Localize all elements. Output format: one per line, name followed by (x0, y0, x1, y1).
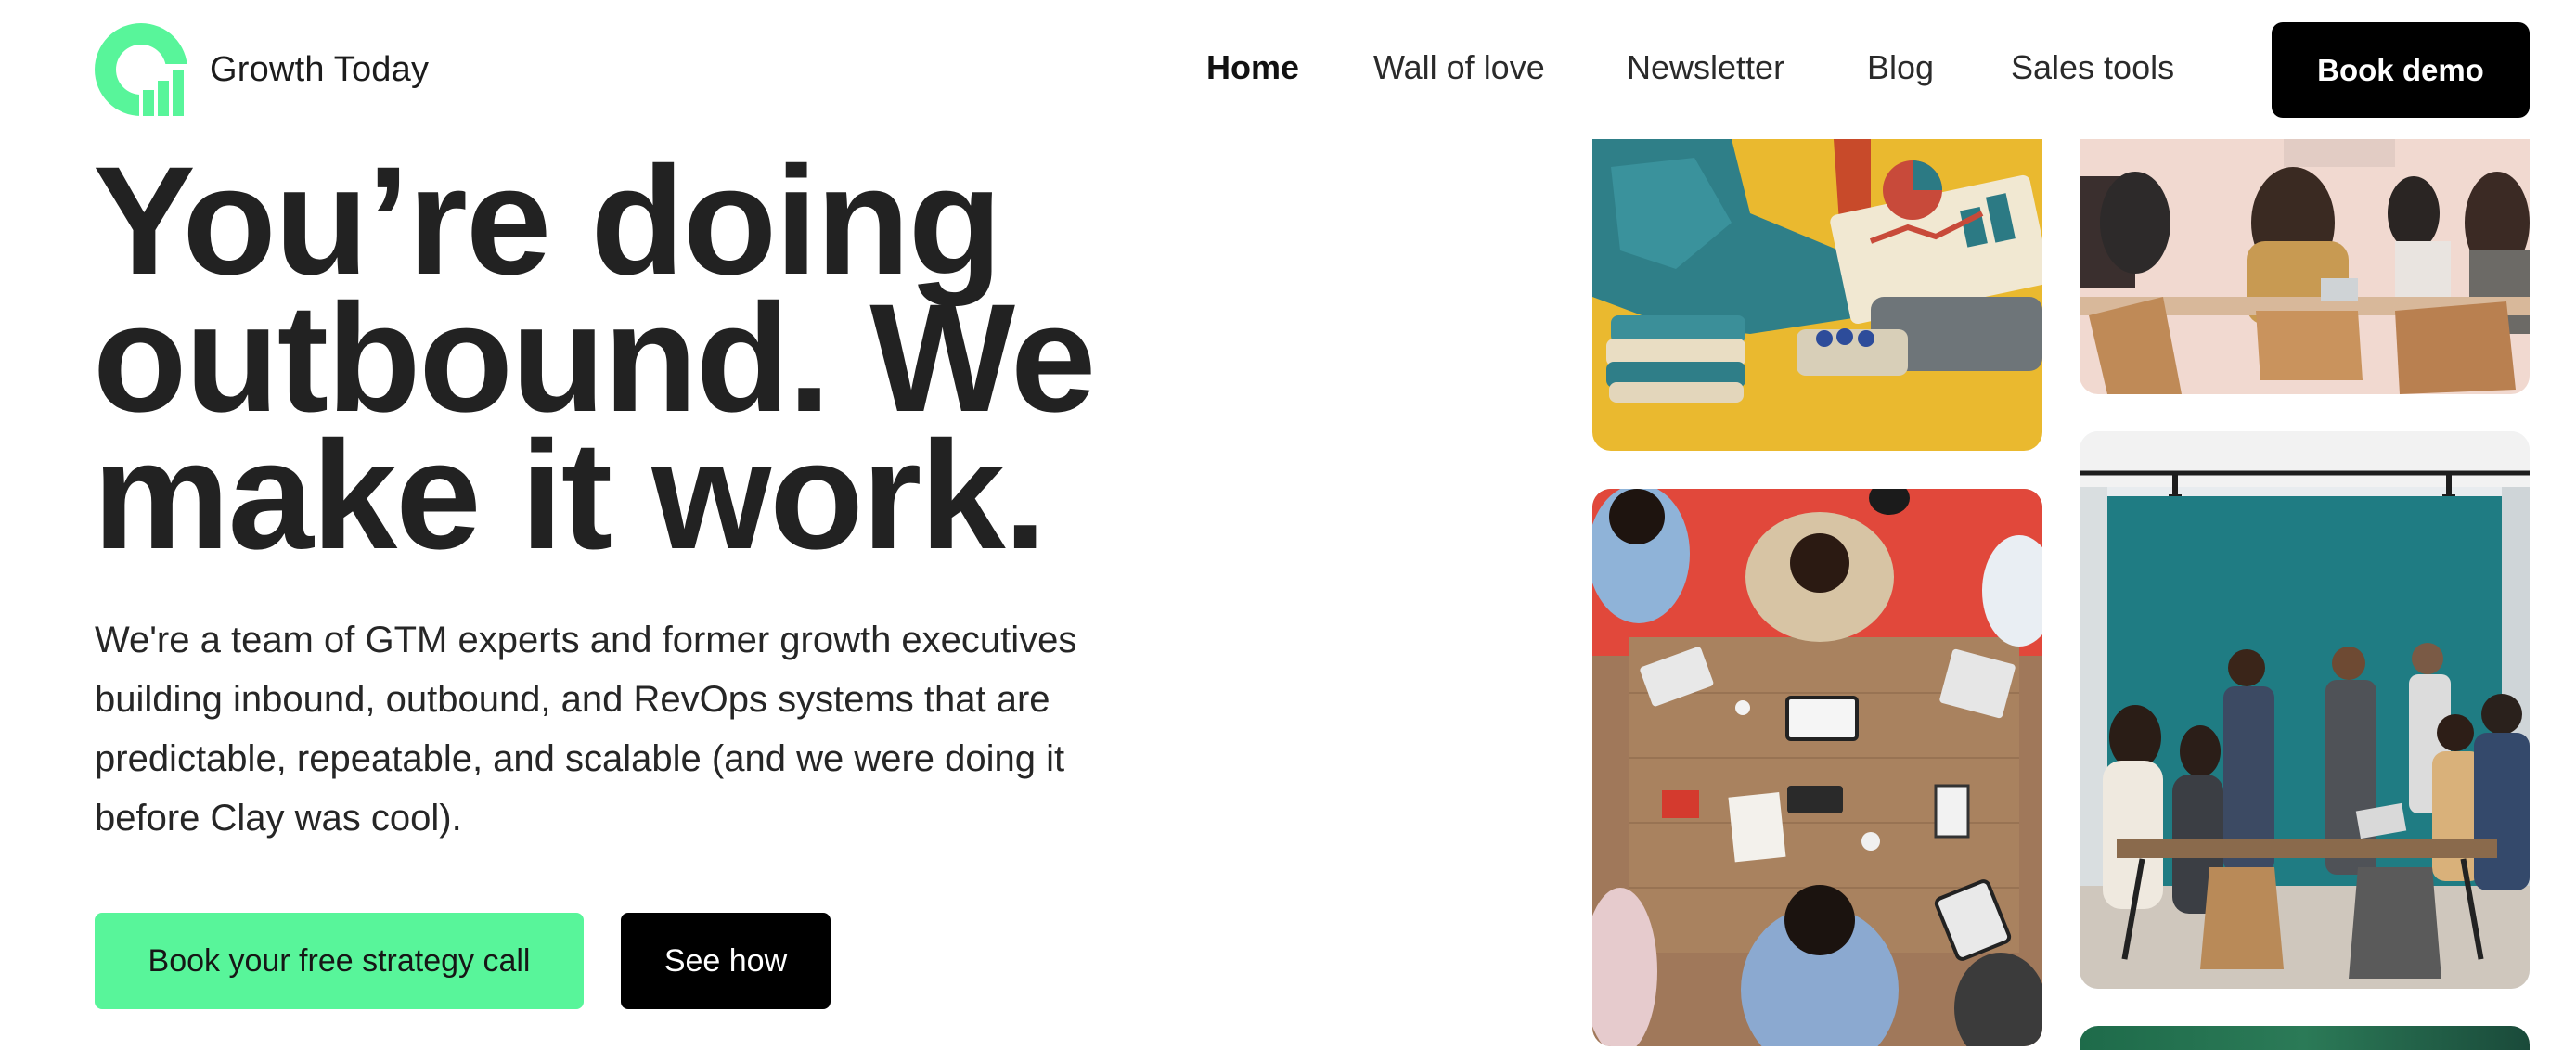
see-how-button[interactable]: See how (621, 913, 831, 1009)
hero-subtitle-line-4: before Clay was cool). (95, 798, 462, 839)
hero-title-line-2: outbound. We (93, 273, 1096, 444)
nav-blog[interactable]: Blog (1867, 48, 1934, 87)
team-standing-meeting-photo (2080, 431, 2530, 989)
hero-title-line-3: make it work. (93, 410, 1047, 582)
hero-subtitle-line-2: building inbound, outbound, and RevOps s… (95, 679, 1050, 720)
nav-home[interactable]: Home (1206, 48, 1299, 87)
nav-sales-tools[interactable]: Sales tools (2011, 48, 2174, 87)
nav-wall-of-love[interactable]: Wall of love (1373, 48, 1545, 87)
hero-title-line-1: You’re doing (93, 135, 1002, 307)
green-photo-partial (2080, 1026, 2530, 1050)
hero-subtitle-line-3: predictable, repeatable, and scalable (a… (95, 738, 1065, 779)
book-demo-button[interactable]: Book demo (2272, 22, 2530, 118)
top-navigation: Growth Today Home Wall of love Newslette… (0, 0, 2576, 139)
nav-newsletter[interactable]: Newsletter (1627, 48, 1784, 87)
overhead-team-table-photo (1592, 489, 2042, 1046)
hero-subtitle-line-1: We're a team of GTM experts and former g… (95, 620, 1077, 660)
clay-figure-with-chart-photo (1592, 139, 2042, 451)
book-strategy-call-button[interactable]: Book your free strategy call (95, 913, 584, 1009)
office-meeting-chairs-photo (2080, 139, 2530, 394)
hero-title: You’re doing outbound. We make it work. (93, 135, 1392, 582)
nav-links: Home Wall of love Newsletter Blog Sales … (0, 48, 2576, 93)
hero-subtitle: We're a team of GTM experts and former g… (95, 610, 1255, 848)
